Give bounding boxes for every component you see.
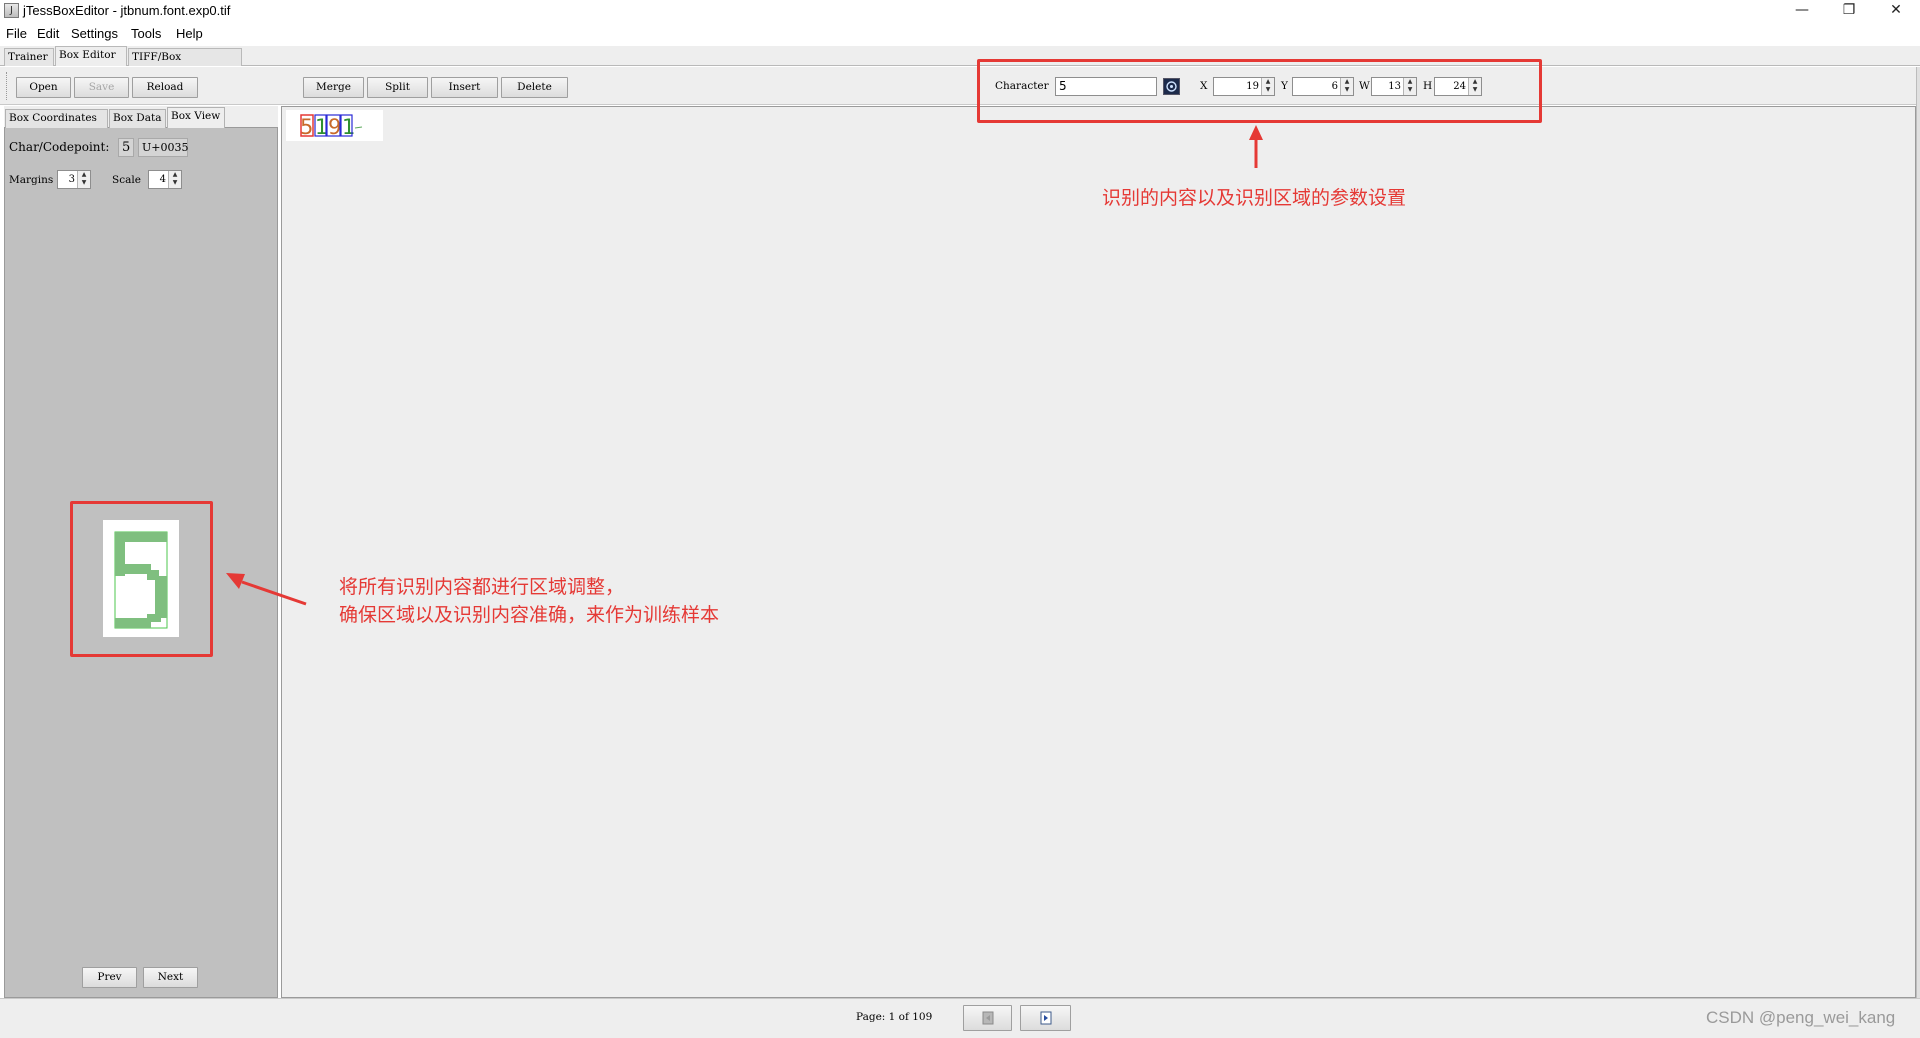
- annotation-left-line1: 将所有识别内容都进行区域调整，: [339, 576, 625, 598]
- annotation-arrows: [226, 125, 1263, 606]
- annotation-left-line2: 确保区域以及识别内容准确，来作为训练样本: [339, 604, 720, 626]
- annotation-top-text: 识别的内容以及识别区域的参数设置: [1102, 187, 1407, 209]
- arrow-left-icon: [226, 573, 307, 606]
- arrow-up-icon: [1249, 125, 1263, 168]
